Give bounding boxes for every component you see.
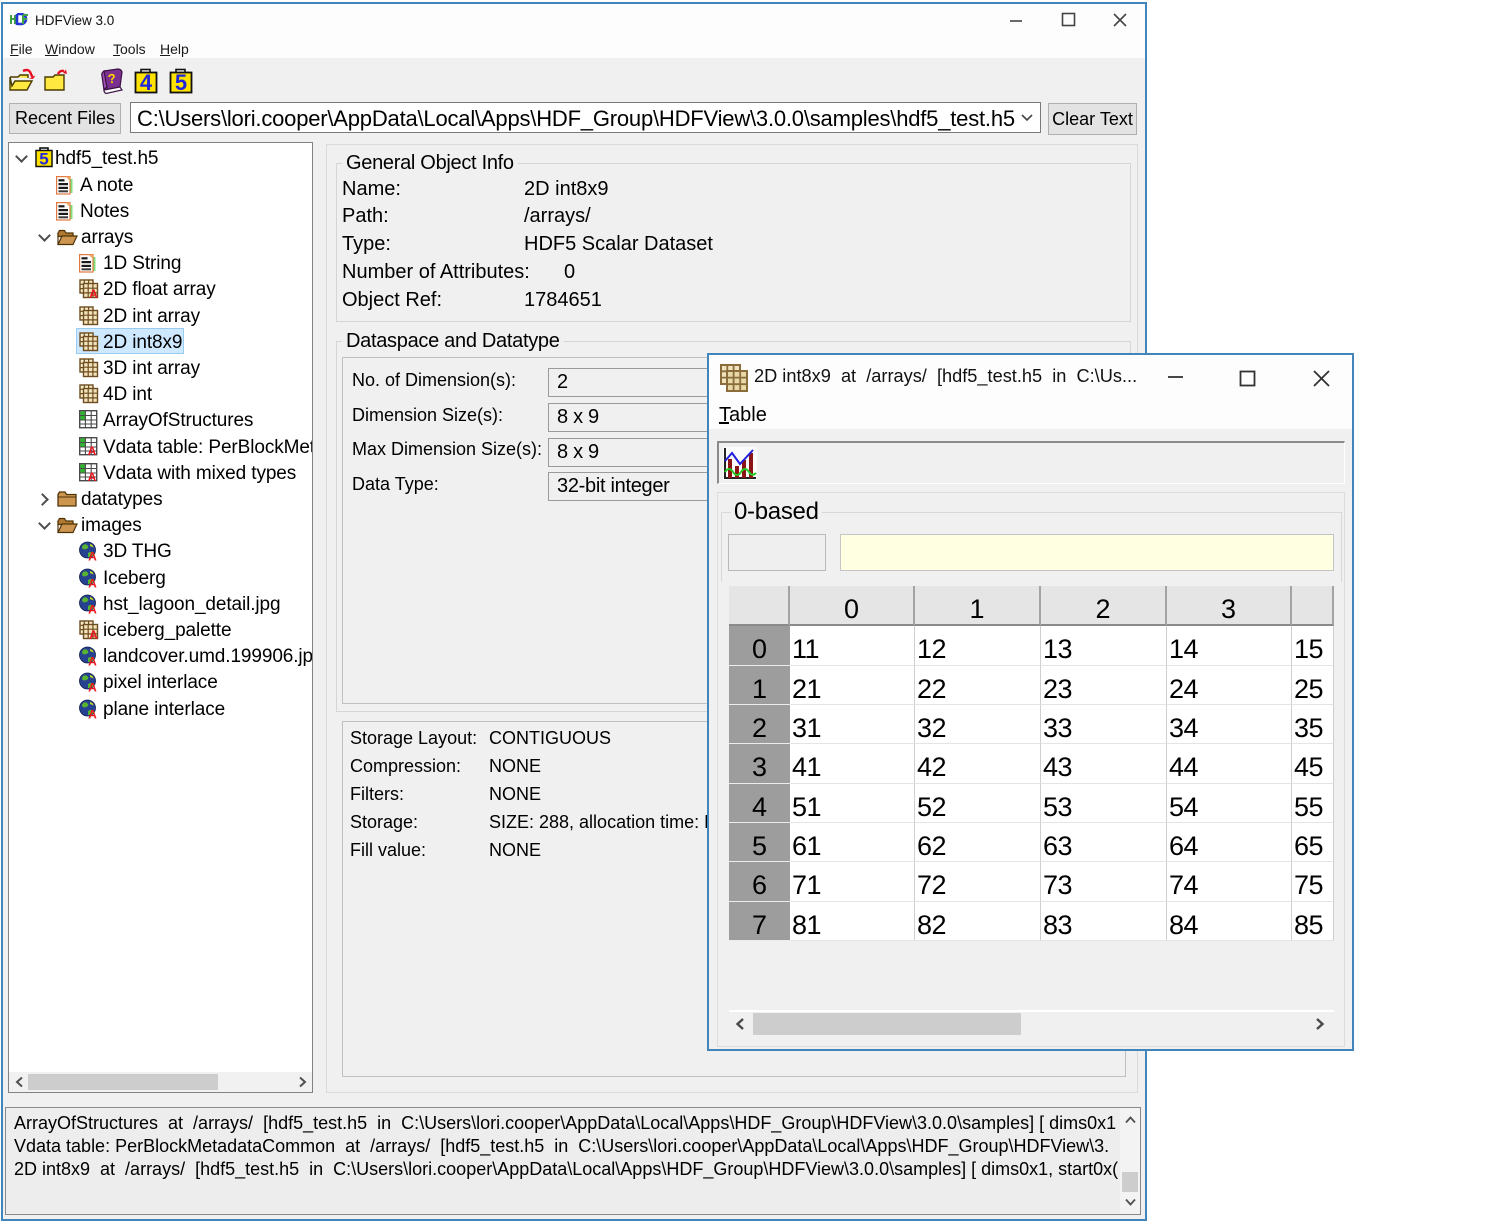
svg-text:5: 5 [175, 70, 187, 95]
svg-text:A: A [88, 655, 97, 667]
svg-text:A: A [88, 708, 97, 720]
svg-text:A: A [89, 287, 98, 299]
svg-text:A: A [88, 444, 97, 456]
svg-text:A: A [88, 577, 97, 589]
svg-text:A: A [88, 603, 97, 615]
svg-text:5: 5 [39, 150, 48, 169]
svg-text:?: ? [107, 71, 117, 87]
svg-text:4: 4 [140, 70, 153, 95]
svg-text:A: A [88, 681, 97, 693]
svg-text:A: A [89, 628, 98, 640]
svg-text:A: A [88, 470, 97, 482]
svg-text:A: A [88, 550, 97, 562]
